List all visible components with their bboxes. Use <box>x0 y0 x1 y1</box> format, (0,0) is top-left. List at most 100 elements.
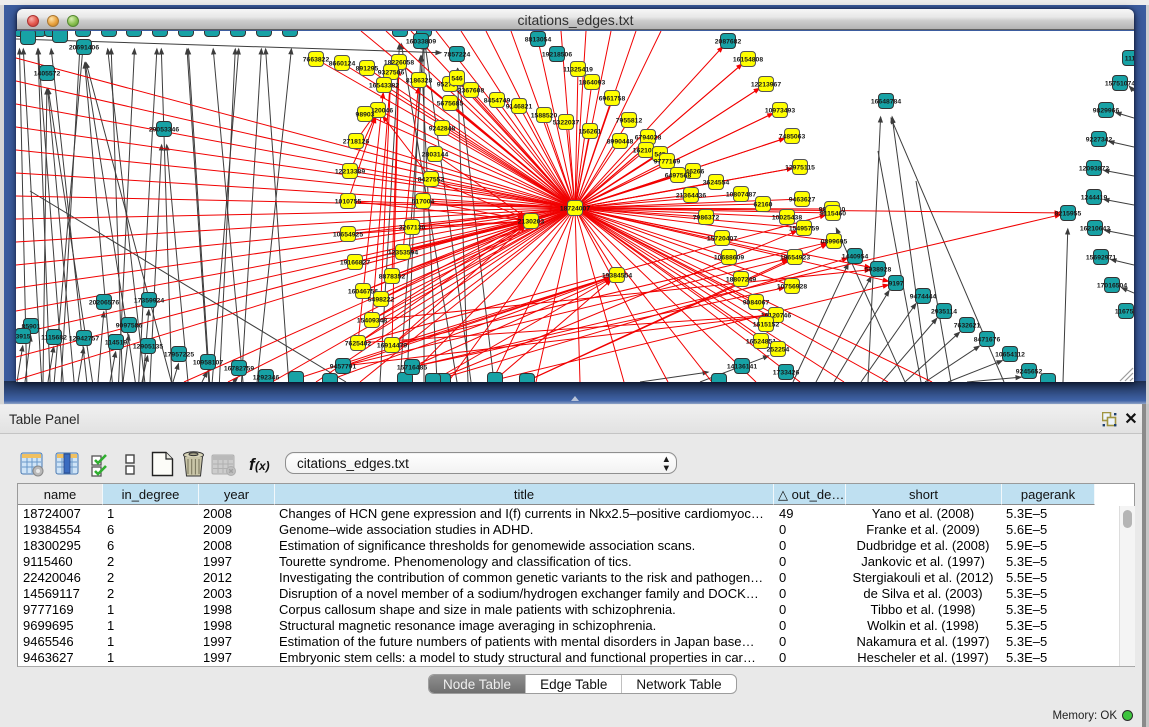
svg-text:546: 546 <box>451 75 463 82</box>
svg-text:5322037: 5322037 <box>553 119 580 126</box>
svg-text:10688609: 10688609 <box>714 254 744 261</box>
svg-text:9474444: 9474444 <box>910 293 937 300</box>
svg-text:10025438: 10025438 <box>772 214 802 221</box>
svg-text:15692971: 15692971 <box>1086 254 1116 261</box>
svg-text:7955812: 7955812 <box>616 117 643 124</box>
svg-text:1292346: 1292346 <box>253 374 280 381</box>
svg-text:8427552: 8427552 <box>418 176 445 183</box>
svg-text:12975115: 12975115 <box>785 164 815 171</box>
svg-text:114519: 114519 <box>105 339 128 346</box>
svg-text:98903: 98903 <box>356 111 375 118</box>
svg-text:2130203: 2130203 <box>518 218 545 225</box>
svg-text:156261: 156261 <box>579 128 602 135</box>
svg-text:14136141: 14136141 <box>727 363 757 370</box>
svg-text:1864093: 1864093 <box>579 79 606 86</box>
svg-text:8990448: 8990448 <box>607 138 634 145</box>
svg-text:10973493: 10973493 <box>765 107 795 114</box>
svg-text:20206576: 20206576 <box>89 299 119 306</box>
svg-text:11325419: 11325419 <box>563 66 593 73</box>
svg-text:9829966: 9829966 <box>1093 107 1120 114</box>
svg-text:6497568: 6497568 <box>665 172 692 179</box>
svg-text:7485063: 7485063 <box>779 133 806 140</box>
svg-text:15720407: 15720407 <box>707 235 737 242</box>
svg-text:252254: 252254 <box>767 346 790 353</box>
svg-text:17957225: 17957225 <box>164 351 194 358</box>
svg-text:19654923: 19654923 <box>780 254 810 261</box>
svg-text:9242848: 9242848 <box>429 125 456 132</box>
svg-text:29053346: 29053346 <box>149 126 179 133</box>
svg-text:5498222: 5498222 <box>368 296 395 303</box>
svg-text:16543382: 16543382 <box>369 82 399 89</box>
svg-text:116753: 116753 <box>1115 308 1134 315</box>
svg-text:5938928: 5938928 <box>865 266 892 273</box>
svg-text:12905135: 12905135 <box>133 343 163 350</box>
svg-text:12353594: 12353594 <box>388 249 418 256</box>
svg-text:1615152: 1615152 <box>753 321 780 328</box>
svg-text:10807487: 10807487 <box>726 191 756 198</box>
svg-text:6961758: 6961758 <box>599 95 626 102</box>
svg-text:9084067: 9084067 <box>743 299 770 306</box>
svg-text:517004: 517004 <box>412 198 435 205</box>
svg-text:3267130: 3267130 <box>399 224 426 231</box>
svg-text:12942757: 12942757 <box>69 335 99 342</box>
svg-text:9463627: 9463627 <box>789 196 816 203</box>
svg-text:7663822: 7663822 <box>303 56 330 63</box>
svg-text:2803144: 2803144 <box>422 151 449 158</box>
svg-text:1010755: 1010755 <box>335 198 362 205</box>
svg-text:7632621: 7632621 <box>954 322 981 329</box>
svg-text:16648784: 16648784 <box>871 98 901 105</box>
svg-text:8813054: 8813054 <box>525 36 552 43</box>
svg-text:20691406: 20691406 <box>69 44 99 51</box>
svg-text:7625402: 7625402 <box>345 340 372 347</box>
svg-text:16210643: 16210643 <box>1080 225 1110 232</box>
svg-text:16914479: 16914479 <box>377 342 407 349</box>
svg-text:111: 111 <box>1125 55 1134 62</box>
svg-text:3624554: 3624554 <box>703 179 730 186</box>
svg-text:1733426: 1733426 <box>773 369 800 376</box>
svg-text:21364436: 21364436 <box>676 192 706 199</box>
svg-text:9245652: 9245652 <box>1016 368 1043 375</box>
svg-text:1440954: 1440954 <box>842 253 869 260</box>
svg-text:12093872: 12093872 <box>1079 165 1109 172</box>
svg-text:9146821: 9146821 <box>506 103 533 110</box>
svg-text:2087682: 2087682 <box>715 38 742 45</box>
svg-text:19218506: 19218506 <box>542 51 572 58</box>
svg-text:15409348: 15409348 <box>357 317 387 324</box>
svg-text:8660124: 8660124 <box>329 60 356 67</box>
svg-text:17359924: 17359924 <box>134 297 164 304</box>
svg-text:12213967: 12213967 <box>751 81 781 88</box>
svg-text:1405572: 1405572 <box>34 70 61 77</box>
svg-text:8471676: 8471676 <box>974 336 1001 343</box>
svg-text:15495759: 15495759 <box>789 225 819 232</box>
svg-text:1115682: 1115682 <box>41 334 67 341</box>
svg-text:16154808: 16154808 <box>733 56 763 63</box>
svg-text:15751074: 15751074 <box>1105 80 1134 87</box>
svg-text:16782759: 16782759 <box>224 365 254 372</box>
svg-text:9457791: 9457791 <box>330 363 357 370</box>
svg-text:6794028: 6794028 <box>635 134 662 141</box>
svg-text:(x): (x) <box>255 459 270 473</box>
svg-text:0899695: 0899695 <box>821 238 848 245</box>
svg-text:9327506: 9327506 <box>378 69 405 76</box>
svg-text:891295: 891295 <box>356 65 379 72</box>
svg-text:10756928: 10756928 <box>777 283 807 290</box>
svg-text:1588520: 1588520 <box>531 112 558 119</box>
svg-text:16033809: 16033809 <box>406 38 436 45</box>
svg-text:15716485: 15716485 <box>397 364 427 371</box>
svg-text:10654925: 10654925 <box>333 231 363 238</box>
svg-text:18807249: 18807249 <box>726 276 756 283</box>
svg-text:2367608: 2367608 <box>458 87 485 94</box>
svg-text:8878352: 8878352 <box>379 273 406 280</box>
svg-text:17016504: 17016504 <box>1097 282 1127 289</box>
svg-text:2935114: 2935114 <box>931 308 957 315</box>
svg-text:7857224: 7857224 <box>444 51 471 58</box>
svg-text:9227342: 9227342 <box>1086 136 1113 143</box>
svg-text:18724007: 18724007 <box>560 205 590 212</box>
svg-text:2718126: 2718126 <box>343 138 370 145</box>
svg-text:10958107: 10958107 <box>193 359 223 366</box>
svg-text:9097586: 9097586 <box>116 322 143 329</box>
svg-text:62160: 62160 <box>754 201 773 208</box>
svg-text:9197: 9197 <box>888 280 903 287</box>
svg-text:7986372: 7986372 <box>693 214 720 221</box>
svg-text:19166827: 19166827 <box>340 259 370 266</box>
